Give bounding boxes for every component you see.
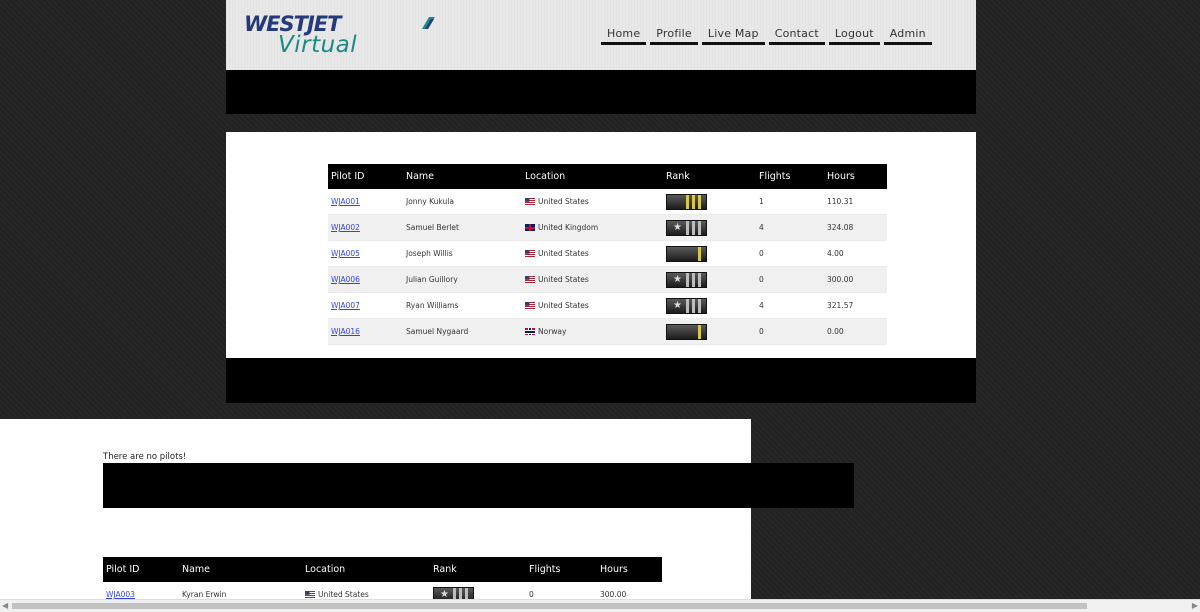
location-label: United States — [538, 301, 589, 310]
col-flights: Flights — [526, 557, 597, 582]
pilot-hours: 110.31 — [824, 189, 887, 215]
pilot-hours: 300.00 — [824, 266, 887, 293]
main-nav: Home Profile Live Map Contact Logout Adm… — [601, 26, 932, 45]
location-label: United States — [538, 275, 589, 284]
col-location: Location — [302, 557, 430, 582]
col-name: Name — [403, 164, 522, 189]
col-rank: Rank — [430, 557, 526, 582]
westjet-virtual-logo[interactable]: WESTJET Virtual — [244, 12, 444, 58]
col-rank: Rank — [663, 164, 756, 189]
pilot-location: Norway — [522, 318, 663, 345]
pilot-location: United States — [522, 189, 663, 215]
flag-us-icon — [525, 198, 535, 205]
pilot-flights: 0 — [756, 318, 824, 345]
rank-insignia-icon: ★ — [666, 219, 707, 236]
col-flights: Flights — [756, 164, 824, 189]
col-hours: Hours — [597, 557, 662, 582]
rank-insignia-icon: ★ — [666, 271, 707, 288]
pilot-name: Julian Guillory — [403, 266, 522, 293]
pilot-name: Samuel Berlet — [403, 214, 522, 241]
col-pilot-id: Pilot ID — [103, 557, 179, 582]
rank-star-icon: ★ — [673, 299, 682, 311]
pilot-hours: 0.00 — [824, 318, 887, 345]
flag-us-icon — [525, 250, 535, 257]
rank-star-icon: ★ — [673, 221, 682, 233]
pilot-id-link[interactable]: WJA016 — [331, 327, 360, 336]
pilot-hours: 324.08 — [824, 214, 887, 241]
col-hours: Hours — [824, 164, 887, 189]
pilot-row: WJA016 Samuel Nygaard Norway 0 0.00 — [328, 318, 887, 345]
pilot-roster-table: Pilot ID Name Location Rank Flights Hour… — [328, 164, 887, 345]
pilot-flights: 0 — [756, 240, 824, 267]
flag-us-icon — [305, 591, 315, 598]
location-label: Norway — [538, 327, 567, 336]
pilot-id-link[interactable]: WJA002 — [331, 223, 360, 232]
pilot-location: United States — [522, 266, 663, 293]
logo-virtual-text: Virtual — [278, 32, 358, 58]
scrollbar-thumb[interactable] — [12, 603, 1087, 609]
scroll-right-icon[interactable]: ▶ — [1192, 601, 1198, 610]
rank-insignia-icon — [666, 245, 707, 262]
pilot-location: United States — [522, 240, 663, 267]
nav-logout[interactable]: Logout — [828, 26, 880, 45]
rank-insignia-icon — [666, 193, 707, 210]
pilot-row: WJA005 Joseph Willis United States 0 4.00 — [328, 240, 887, 267]
nav-home[interactable]: Home — [601, 26, 647, 45]
roster-header-row: Pilot ID Name Location Rank Flights Hour… — [328, 164, 887, 189]
maple-leaf-icon — [422, 17, 435, 29]
pilot-name: Joseph Willis — [403, 240, 522, 267]
col-name: Name — [179, 557, 302, 582]
pilot-flights: 0 — [756, 266, 824, 293]
pilot-location: United Kingdom — [522, 214, 663, 241]
pilot-name: Samuel Nygaard — [403, 318, 522, 345]
flag-no-icon — [525, 328, 535, 335]
lower-black-band — [103, 463, 854, 508]
pilot-row: WJA007 Ryan Williams United States ★ 4 321.57 — [328, 292, 887, 319]
rank-star-icon: ★ — [673, 273, 682, 285]
pilot-location: United States — [522, 292, 663, 319]
location-label: United Kingdom — [538, 223, 599, 232]
header-black-band — [226, 70, 976, 114]
pilot-hours: 321.57 — [824, 292, 887, 319]
no-pilots-message: There are no pilots! — [103, 452, 187, 462]
flag-us-icon — [525, 302, 535, 309]
rank-insignia-icon — [666, 323, 707, 340]
panel-black-band — [226, 358, 976, 403]
site-header: WESTJET Virtual Home Profile Live Map Co… — [226, 0, 976, 70]
nav-live-map[interactable]: Live Map — [701, 26, 765, 45]
pilot-flights: 1 — [756, 189, 824, 215]
pilot-id-link[interactable]: WJA007 — [331, 301, 360, 310]
pilot-id-link[interactable]: WJA006 — [331, 275, 360, 284]
flag-us-icon — [525, 276, 535, 283]
roster-header-row: Pilot ID Name Location Rank Flights Hour… — [103, 557, 662, 582]
pilot-flights: 4 — [756, 292, 824, 319]
col-location: Location — [522, 164, 663, 189]
rank-insignia-icon: ★ — [666, 297, 707, 314]
location-label: United States — [538, 249, 589, 258]
pilot-row: WJA001 Jonny Kukula United States 1 110.31 — [328, 189, 887, 215]
horizontal-scrollbar[interactable]: ◀ ▶ — [0, 599, 1200, 612]
pilot-row: WJA002 Samuel Berlet United Kingdom ★ 4 324.0… — [328, 214, 887, 241]
nav-admin[interactable]: Admin — [883, 26, 932, 45]
pilot-flights: 4 — [756, 214, 824, 241]
pilot-id-link[interactable]: WJA005 — [331, 249, 360, 258]
nav-profile[interactable]: Profile — [650, 26, 698, 45]
pilot-name: Jonny Kukula — [403, 189, 522, 215]
pilot-id-link[interactable]: WJA001 — [331, 197, 360, 206]
nav-contact[interactable]: Contact — [768, 26, 825, 45]
pilot-id-link[interactable]: WJA003 — [106, 590, 135, 599]
scroll-left-icon[interactable]: ◀ — [2, 601, 8, 610]
flag-gb-icon — [525, 224, 535, 231]
pilot-hours: 4.00 — [824, 240, 887, 267]
pilot-name: Ryan Williams — [403, 292, 522, 319]
location-label: United States — [318, 590, 369, 599]
pilot-row: WJA006 Julian Guillory United States ★ 0 300.… — [328, 266, 887, 293]
col-pilot-id: Pilot ID — [328, 164, 403, 189]
location-label: United States — [538, 197, 589, 206]
